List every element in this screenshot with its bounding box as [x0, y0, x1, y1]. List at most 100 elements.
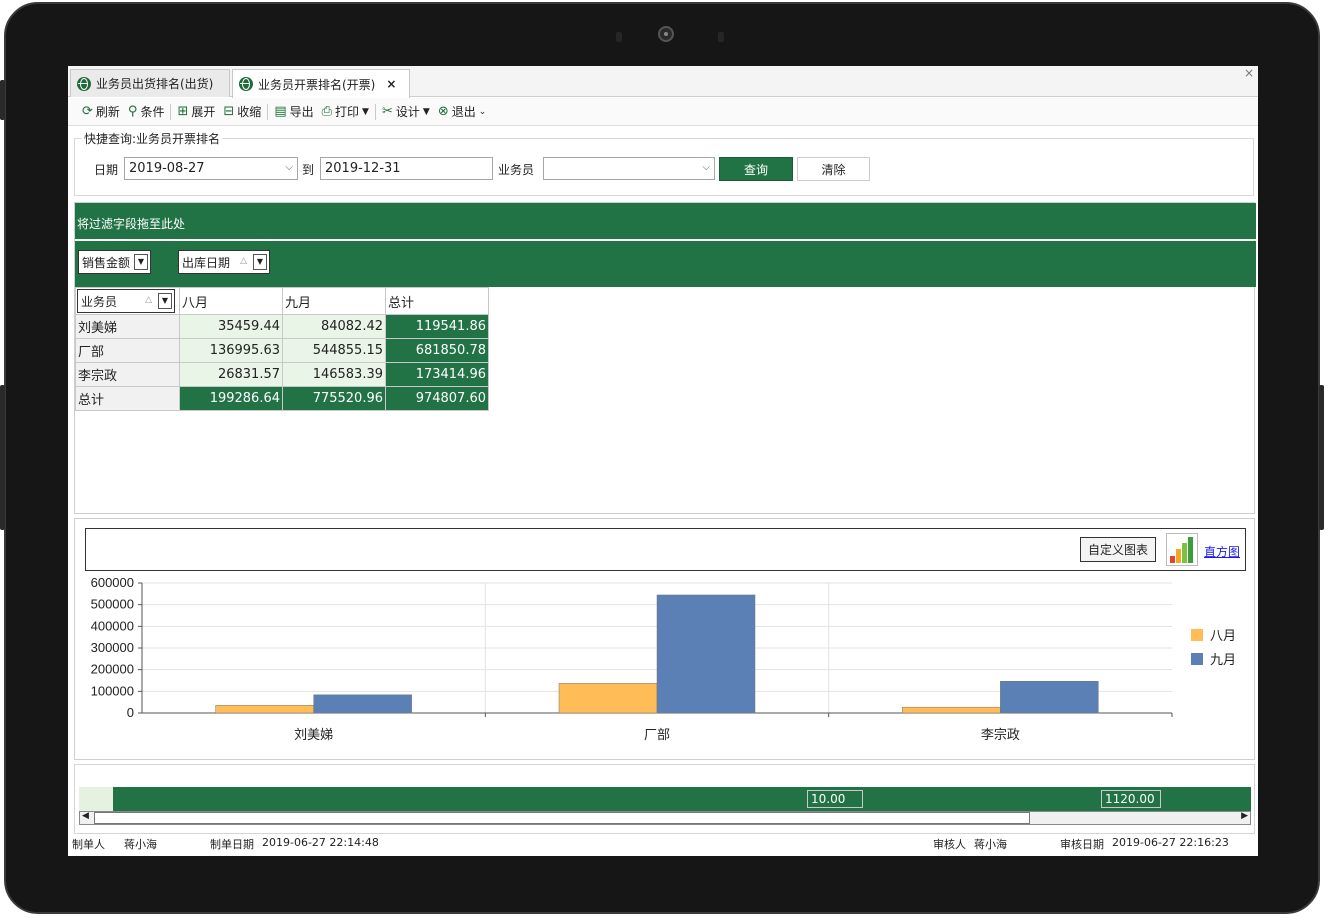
- y-tick-label: 400000: [91, 618, 134, 633]
- row-total-cell: 173414.96: [385, 362, 489, 387]
- summary-cell: 1120.00: [1101, 790, 1161, 808]
- y-tick-label: 300000: [91, 640, 134, 655]
- refresh-icon: ⟳: [82, 104, 93, 119]
- column-header: 总计: [385, 287, 489, 315]
- bar-八月: [902, 706, 1001, 714]
- summary-cell: 10.00: [807, 790, 863, 808]
- data-field-button[interactable]: 销售金额 ▼: [78, 250, 151, 274]
- summary-bar: 10.00 1120.00: [79, 787, 1251, 811]
- date-to-field[interactable]: 2019-12-31: [320, 157, 493, 180]
- condition-button[interactable]: ⚲ 条件: [124, 103, 169, 120]
- toolbar: ⟳ 刷新 ⚲ 条件 ⊞ 展开 ⊟ 收缩 ▤ 导出 ⎙ 打印 ▼ ✂ 设计 ▼ ⊗ 退出 ⌄: [68, 98, 1258, 126]
- print-button[interactable]: ⎙ 打印 ▼: [318, 103, 373, 120]
- status-footer: 制单人 蒋小海 制单日期 2019-06-27 22:14:48 审核人 蒋小海…: [68, 834, 1258, 854]
- query-button[interactable]: 查询: [719, 157, 793, 181]
- x-tick-label: 厂部: [644, 728, 670, 743]
- legend-label: 八月: [1210, 629, 1236, 644]
- y-tick-label: 0: [127, 705, 134, 720]
- pivot-grid: 将过滤字段拖至此处 销售金额 ▼ 出库日期 △ ▼ 业务员 △ ▼ 八月 九月 …: [74, 202, 1256, 514]
- to-label: 到: [302, 163, 315, 177]
- data-field-label: 销售金额: [82, 255, 131, 270]
- clear-button[interactable]: 清除: [797, 157, 870, 181]
- date-from-value: 2019-08-27: [129, 161, 205, 176]
- export-label: 导出: [289, 105, 314, 119]
- expand-icon: ⊞: [177, 104, 189, 119]
- column-field-button[interactable]: 出库日期 △ ▼: [178, 250, 270, 274]
- design-button[interactable]: ✂ 设计 ▼: [378, 103, 434, 120]
- collapse-icon: ⊟: [223, 104, 235, 119]
- collapse-button[interactable]: ⊟ 收缩: [219, 103, 265, 120]
- legend-swatch: [1191, 653, 1203, 665]
- side-button: [0, 80, 5, 120]
- value-cell: 146583.39: [282, 362, 386, 387]
- bar-chart: 600000 500000 400000 300000 200000 100000 0 刘美娣…: [91, 575, 1236, 743]
- exit-button[interactable]: ⊗ 退出 ⌄: [434, 103, 490, 120]
- tab-label: 业务员出货排名(出货): [96, 77, 214, 91]
- bar-九月: [1000, 680, 1099, 714]
- date-from-field[interactable]: 2019-08-27 ⌵: [124, 157, 298, 180]
- globe-icon: [77, 76, 91, 91]
- summary-area: 10.00 1120.00 ◀ ▶: [74, 764, 1255, 834]
- refresh-button[interactable]: ⟳ 刷新: [78, 103, 124, 120]
- chevron-down-icon[interactable]: ▼: [134, 254, 148, 270]
- auditor-value: 蒋小海: [974, 838, 1007, 851]
- horizontal-scrollbar[interactable]: ◀ ▶: [79, 811, 1251, 825]
- table-row: 李宗政 26831.57 146583.39 173414.96: [75, 362, 489, 387]
- legend-swatch: [1191, 629, 1203, 641]
- quick-search-title: 快捷查询:业务员开票排名: [82, 130, 223, 147]
- bar-九月: [656, 594, 756, 714]
- total-row: 总计 199286.64 775520.96 974807.60: [75, 386, 489, 411]
- chart-type-link[interactable]: 直方图: [1204, 543, 1240, 560]
- sensor: [718, 32, 724, 42]
- exit-icon: ⊗: [437, 104, 449, 119]
- maker-value: 蒋小海: [124, 838, 157, 851]
- row-header: 厂部: [75, 338, 180, 363]
- value-cell: 26831.57: [179, 362, 283, 387]
- tools-icon: ✂: [381, 104, 393, 119]
- design-label: 设计: [395, 105, 420, 119]
- chevron-down-icon[interactable]: ▼: [158, 293, 172, 309]
- total-cell: 199286.64: [179, 386, 283, 411]
- x-tick-label: 李宗政: [981, 727, 1020, 743]
- chevron-down-icon: ▼: [362, 106, 369, 117]
- chevron-down-icon[interactable]: ⌵: [285, 162, 293, 173]
- y-tick-label: 600000: [91, 575, 134, 590]
- custom-chart-button[interactable]: 自定义图表: [1080, 537, 1156, 562]
- bar-chart-icon[interactable]: [1166, 533, 1198, 566]
- export-icon: ▤: [274, 104, 287, 119]
- date-to-value: 2019-12-31: [325, 161, 401, 176]
- refresh-label: 刷新: [95, 105, 120, 119]
- camera: [658, 26, 674, 42]
- row-field-cell: 业务员 △ ▼: [75, 287, 180, 315]
- column-field-label: 出库日期: [182, 255, 231, 270]
- auditor-label: 审核人: [933, 838, 966, 851]
- row-field-button[interactable]: 业务员 △ ▼: [77, 289, 175, 313]
- tab-shipment-ranking[interactable]: 业务员出货排名(出货): [70, 69, 230, 97]
- chevron-down-icon[interactable]: ▼: [253, 254, 267, 270]
- scrollbar-thumb[interactable]: [94, 812, 1030, 824]
- chart-panel: 自定义图表 直方图 600000 500000 400000 300000 200000…: [74, 518, 1255, 760]
- expand-button[interactable]: ⊞ 展开: [173, 103, 219, 120]
- tab-invoice-ranking[interactable]: 业务员开票排名(开票) ×: [232, 69, 410, 98]
- app-window: 业务员出货排名(出货) 业务员开票排名(开票) × × ⟳ 刷新 ⚲ 条件 ⊞ 展开 …: [68, 66, 1258, 856]
- export-button[interactable]: ▤ 导出: [270, 103, 317, 120]
- filter-drop-area[interactable]: 将过滤字段拖至此处: [75, 203, 1256, 240]
- scroll-left-icon[interactable]: ◀: [82, 811, 89, 821]
- chevron-down-icon[interactable]: ⌵: [702, 162, 710, 173]
- row-field-label: 业务员: [81, 294, 118, 309]
- window-close-icon[interactable]: ×: [1244, 66, 1254, 80]
- row-total-cell: 119541.86: [385, 314, 489, 339]
- sort-icon: △: [240, 256, 247, 266]
- collapse-label: 收缩: [237, 105, 262, 119]
- sort-icon: △: [145, 295, 152, 305]
- salesman-select[interactable]: ⌵: [543, 157, 715, 180]
- scroll-right-icon[interactable]: ▶: [1241, 811, 1248, 821]
- side-button: [0, 385, 5, 530]
- toolbar-separator: [267, 103, 269, 120]
- close-tab-icon[interactable]: ×: [386, 77, 396, 91]
- print-label: 打印: [335, 105, 360, 119]
- column-header: 八月: [179, 287, 283, 315]
- value-cell: 35459.44: [179, 314, 283, 339]
- summary-row-header: [79, 787, 113, 811]
- side-button: [1319, 385, 1324, 530]
